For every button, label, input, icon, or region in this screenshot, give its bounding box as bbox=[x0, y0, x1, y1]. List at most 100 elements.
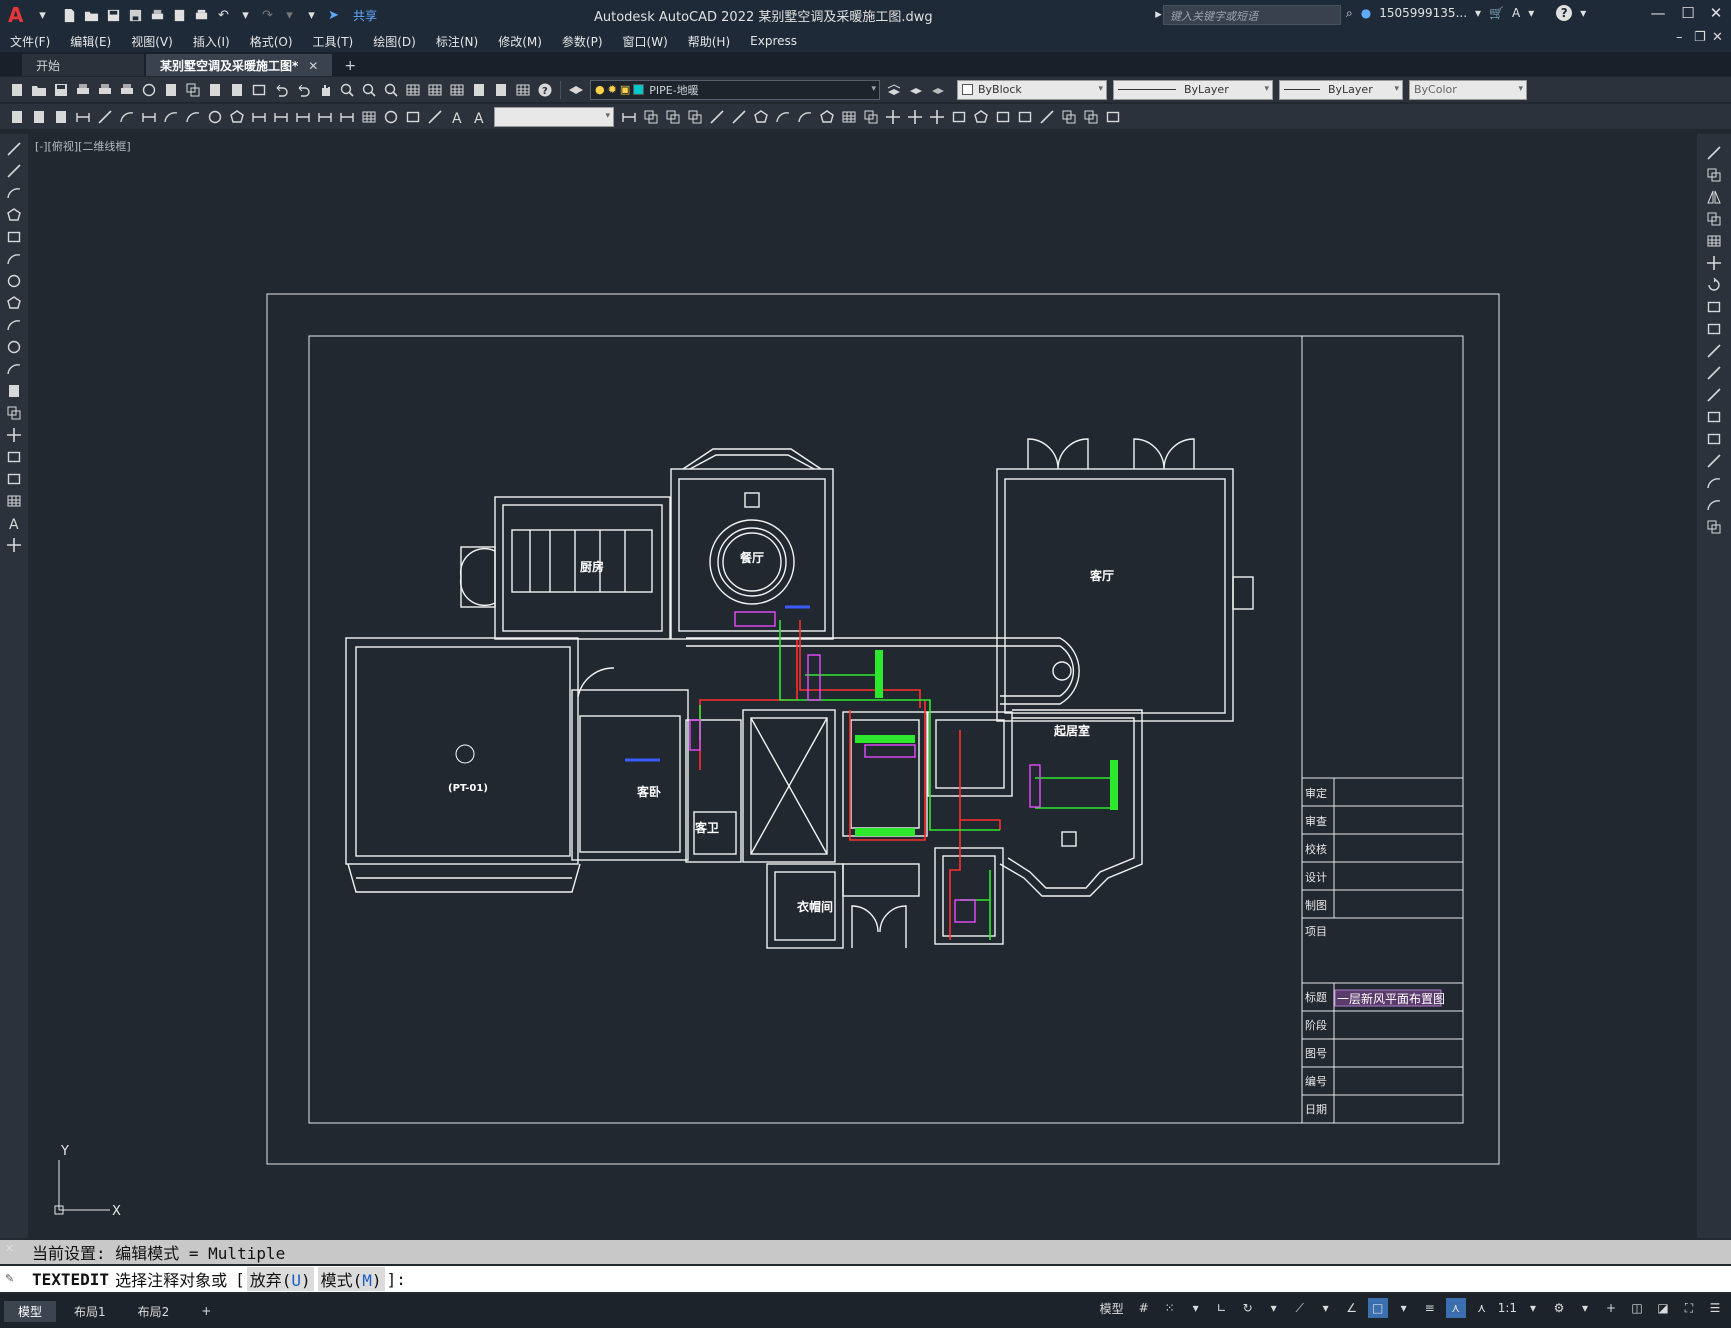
inspect-icon[interactable] bbox=[404, 108, 422, 126]
polyline-icon[interactable] bbox=[5, 184, 23, 202]
user-dropdown-icon[interactable]: ▾ bbox=[1475, 6, 1481, 20]
offset-icon[interactable] bbox=[1705, 210, 1723, 228]
doc-restore-icon[interactable]: ❐ bbox=[1694, 30, 1706, 45]
group-icon[interactable] bbox=[1060, 108, 1078, 126]
measure-icon[interactable] bbox=[1038, 108, 1056, 126]
chamfer-icon[interactable] bbox=[752, 108, 770, 126]
chevron-down-icon[interactable]: ▾ bbox=[605, 111, 610, 121]
array-icon[interactable] bbox=[840, 108, 858, 126]
polygon-icon[interactable] bbox=[5, 206, 23, 224]
quick-dim-icon[interactable] bbox=[250, 108, 268, 126]
plot-preview-icon[interactable] bbox=[96, 81, 114, 99]
draworder-above-icon[interactable] bbox=[686, 108, 704, 126]
polar-icon[interactable]: ↻ bbox=[1238, 1298, 1258, 1318]
visual-style-icon[interactable] bbox=[994, 108, 1012, 126]
stretch-icon[interactable] bbox=[1705, 320, 1723, 338]
dimstyle-dropdown[interactable]: ▾ bbox=[494, 106, 614, 127]
save-icon[interactable] bbox=[52, 81, 70, 99]
layer-match-icon[interactable] bbox=[907, 81, 925, 99]
dim-edit-icon[interactable]: A bbox=[448, 108, 466, 126]
menu-item-0[interactable]: 文件(F) bbox=[0, 33, 60, 50]
layout-tab-2[interactable]: 布局2 bbox=[124, 1301, 184, 1322]
option-undo[interactable]: 放弃(U) bbox=[246, 1267, 314, 1291]
draworder-front-icon[interactable] bbox=[642, 108, 660, 126]
osnap-dropdown-icon[interactable]: ▾ bbox=[1394, 1298, 1414, 1318]
open-icon[interactable] bbox=[30, 81, 48, 99]
layer-walk-icon[interactable] bbox=[30, 108, 48, 126]
print-icon[interactable] bbox=[193, 7, 210, 24]
arc-icon[interactable] bbox=[5, 250, 23, 268]
menu-item-12[interactable]: Express bbox=[740, 34, 807, 48]
menu-item-11[interactable]: 帮助(H) bbox=[678, 33, 740, 50]
ucs-icon[interactable] bbox=[884, 108, 902, 126]
customize-menu-icon[interactable]: ☰ bbox=[1705, 1298, 1725, 1318]
plotstyle-dropdown[interactable]: ByColor ▾ bbox=[1409, 79, 1527, 100]
jogged-dim-icon[interactable] bbox=[184, 108, 202, 126]
doc-close-icon[interactable]: ✕ bbox=[1712, 30, 1723, 45]
user-name[interactable]: 1505999135... bbox=[1379, 6, 1467, 20]
properties-icon[interactable] bbox=[404, 81, 422, 99]
design-center-icon[interactable] bbox=[426, 81, 444, 99]
save-icon[interactable] bbox=[105, 7, 122, 24]
sun-icon[interactable]: ✹ bbox=[608, 83, 617, 96]
isodraft-dropdown-icon[interactable]: ▾ bbox=[1316, 1298, 1336, 1318]
jogged-linear-icon[interactable] bbox=[426, 108, 444, 126]
tool-palettes-icon[interactable] bbox=[448, 81, 466, 99]
join-icon[interactable] bbox=[730, 108, 748, 126]
app-dropdown-icon[interactable]: ▾ bbox=[1528, 6, 1534, 20]
plot-icon[interactable] bbox=[74, 81, 92, 99]
ortho-icon[interactable]: ∟ bbox=[1212, 1298, 1232, 1318]
ordinate-dim-icon[interactable] bbox=[140, 108, 158, 126]
revcloud-icon[interactable] bbox=[5, 294, 23, 312]
make-current-icon[interactable] bbox=[885, 81, 903, 99]
menu-item-3[interactable]: 插入(I) bbox=[183, 33, 240, 50]
array-icon[interactable] bbox=[1705, 232, 1723, 250]
close-button[interactable]: ✕ bbox=[1703, 4, 1729, 22]
quickcalc-icon[interactable] bbox=[514, 81, 532, 99]
isodraft-icon[interactable]: ⟋ bbox=[1290, 1298, 1310, 1318]
cart-icon[interactable]: 🛒 bbox=[1489, 6, 1504, 20]
break-at-point-icon[interactable] bbox=[1705, 386, 1723, 404]
drawing-canvas[interactable]: 审定 审查 校核 设计 制图 项目 标题 阶段 图号 编号 日期 一层新风平面布… bbox=[28, 134, 1697, 1238]
copy-icon[interactable] bbox=[1705, 166, 1723, 184]
erase-icon[interactable] bbox=[1705, 144, 1723, 162]
isolate-objects-icon[interactable]: ◫ bbox=[1627, 1298, 1647, 1318]
share-icon[interactable]: ➤ bbox=[325, 7, 342, 24]
point-icon[interactable] bbox=[5, 426, 23, 444]
angular-dim-icon[interactable] bbox=[228, 108, 246, 126]
object-track-icon[interactable]: ∠ bbox=[1342, 1298, 1362, 1318]
rotate-icon[interactable] bbox=[1705, 276, 1723, 294]
zoom-window-icon[interactable] bbox=[360, 81, 378, 99]
snap-icon[interactable]: ⁙ bbox=[1160, 1298, 1180, 1318]
clean-screen-icon[interactable]: ⛶ bbox=[1679, 1298, 1699, 1318]
auto-scale-icon[interactable]: ⋏ bbox=[1472, 1298, 1492, 1318]
rectangle-icon[interactable] bbox=[5, 228, 23, 246]
dim-break-icon[interactable] bbox=[338, 108, 356, 126]
lineweight-icon[interactable]: ≡ bbox=[1420, 1298, 1440, 1318]
named-views-icon[interactable] bbox=[1104, 108, 1122, 126]
circle-icon[interactable] bbox=[5, 272, 23, 290]
chevron-down-icon[interactable]: ▾ bbox=[1264, 84, 1269, 94]
lineweight-dropdown[interactable]: ByLayer ▾ bbox=[1279, 79, 1403, 100]
ungroup-icon[interactable] bbox=[1082, 108, 1100, 126]
search-icon[interactable]: ⌕ bbox=[1346, 6, 1353, 21]
command-customize-icon[interactable]: ✎ bbox=[5, 1272, 14, 1285]
explode-icon[interactable] bbox=[818, 108, 836, 126]
table-icon[interactable] bbox=[5, 492, 23, 510]
layer-iso-icon[interactable] bbox=[52, 108, 70, 126]
construction-line-icon[interactable] bbox=[5, 162, 23, 180]
customize-icon[interactable]: ▾ bbox=[303, 7, 320, 24]
annotation-visibility-icon[interactable]: ⋏ bbox=[1445, 1298, 1466, 1318]
drawing-title[interactable]: 一层新风平面布置图 bbox=[1337, 991, 1445, 1006]
viewport-controls[interactable]: [-][俯视][二维线框] bbox=[35, 138, 131, 154]
plus-icon[interactable]: + bbox=[1601, 1298, 1621, 1318]
menu-item-6[interactable]: 绘图(D) bbox=[363, 33, 426, 50]
search-input[interactable]: 键入关键字或短语 bbox=[1163, 5, 1341, 25]
command-close-icon[interactable]: ✕ bbox=[5, 1242, 14, 1255]
dim-space-icon[interactable] bbox=[316, 108, 334, 126]
break-icon[interactable] bbox=[1705, 408, 1723, 426]
redo-icon[interactable]: ↷ bbox=[259, 7, 276, 24]
blend-curves-icon[interactable] bbox=[1705, 496, 1723, 514]
layer-state-icon[interactable] bbox=[8, 108, 26, 126]
dim-update-icon[interactable] bbox=[620, 108, 638, 126]
